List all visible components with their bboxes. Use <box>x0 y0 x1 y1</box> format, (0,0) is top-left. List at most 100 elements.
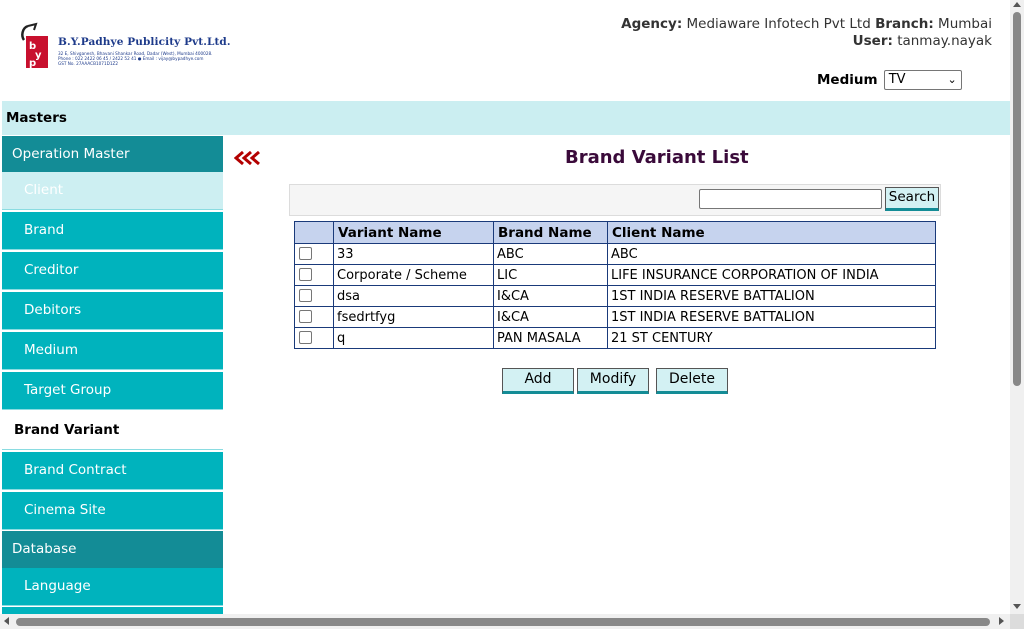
search-input[interactable] <box>699 189 882 209</box>
column-header-client-name[interactable]: Client Name <box>607 221 936 244</box>
sidebar-item-cinema-site[interactable]: Cinema Site <box>2 492 223 530</box>
row-select-cell <box>294 264 334 286</box>
user-label: User: <box>852 33 893 49</box>
variant-name-cell: fsedrtfyg <box>333 306 494 328</box>
table-row[interactable]: 33 ABC ABC <box>294 243 936 265</box>
sidebar-item-target-group[interactable]: Target Group <box>2 372 223 410</box>
scroll-up-arrow-icon[interactable] <box>1013 2 1021 7</box>
client-name-cell: 21 ST CENTURY <box>607 327 936 349</box>
scroll-left-arrow-icon[interactable] <box>4 617 9 625</box>
company-logo[interactable]: b y p B.Y.Padhye Publicity Pvt.Ltd. 32 E… <box>20 22 231 72</box>
medium-selector: Medium TV ⌄ <box>817 70 962 90</box>
logo-address-line: GST No. 27AAACB1071D1Z2 <box>58 61 119 66</box>
sidebar-item-brand-contract[interactable]: Brand Contract <box>2 452 223 490</box>
agency-value: Mediaware Infotech Pvt Ltd <box>686 16 871 32</box>
table-row[interactable]: Corporate / Scheme LIC LIFE INSURANCE CO… <box>294 264 936 286</box>
user-info: User: tanmay.nayak <box>853 33 992 49</box>
sidebar-item-label: Database <box>12 541 77 557</box>
branch-label: Branch: <box>875 16 934 32</box>
variant-name-cell: dsa <box>333 285 494 307</box>
sidebar-item-label: Brand Contract <box>24 462 127 478</box>
branch-value: Mumbai <box>938 16 992 32</box>
variant-name-cell: q <box>333 327 494 349</box>
client-name-cell: ABC <box>607 243 936 265</box>
search-button[interactable]: Search <box>885 187 939 211</box>
search-panel: Search <box>289 184 941 216</box>
scrollbar-corner <box>1010 614 1024 629</box>
logo-company-name: B.Y.Padhye Publicity Pvt.Ltd. <box>58 36 231 48</box>
modify-button[interactable]: Modify <box>577 368 649 394</box>
column-header-select <box>294 221 334 244</box>
sidebar: Operation Master Client Brand Creditor D… <box>2 136 223 614</box>
brand-name-cell: PAN MASALA <box>493 327 608 349</box>
sidebar-item-next[interactable] <box>2 607 223 614</box>
row-select-cell <box>294 306 334 328</box>
delete-button[interactable]: Delete <box>656 368 728 394</box>
sidebar-item-brand-variant[interactable]: Brand Variant <box>2 412 223 450</box>
triple-chevron-left-icon[interactable] <box>234 150 266 166</box>
row-select-cell <box>294 327 334 349</box>
sidebar-item-language[interactable]: Language <box>2 568 223 606</box>
sidebar-item-medium[interactable]: Medium <box>2 332 223 370</box>
horizontal-scroll-thumb[interactable] <box>16 618 990 626</box>
scroll-right-arrow-icon[interactable] <box>999 617 1004 625</box>
sidebar-item-label: Language <box>24 578 91 594</box>
agency-label: Agency: <box>621 16 683 32</box>
variant-name-cell: 33 <box>333 243 494 265</box>
chevron-down-icon: ⌄ <box>947 73 957 86</box>
logo-mark-icon: b y p <box>21 22 48 69</box>
column-header-brand-name[interactable]: Brand Name <box>493 221 608 244</box>
sidebar-item-label: Client <box>24 182 64 198</box>
table-row[interactable]: dsa I&CA 1ST INDIA RESERVE BATTALION <box>294 285 936 307</box>
row-checkbox[interactable] <box>299 331 312 344</box>
sidebar-item-label: Creditor <box>24 262 79 278</box>
add-button[interactable]: Add <box>502 368 574 394</box>
sidebar-item-label: Brand <box>24 222 65 238</box>
sidebar-item-label: Medium <box>24 342 78 358</box>
sidebar-category-database[interactable]: Database <box>2 531 223 569</box>
table-header-row: Variant Name Brand Name Client Name <box>294 221 936 244</box>
row-select-cell <box>294 285 334 307</box>
sidebar-item-brand[interactable]: Brand <box>2 212 223 250</box>
row-checkbox[interactable] <box>299 247 312 260</box>
row-checkbox[interactable] <box>299 310 312 323</box>
row-select-cell <box>294 243 334 265</box>
svg-text:p: p <box>29 58 36 69</box>
sidebar-category-operation-master[interactable]: Operation Master <box>2 136 223 174</box>
brand-name-cell: I&CA <box>493 285 608 307</box>
horizontal-scrollbar[interactable] <box>0 614 1010 629</box>
medium-label: Medium <box>817 72 878 88</box>
row-checkbox[interactable] <box>299 268 312 281</box>
medium-selected-value: TV <box>888 72 906 87</box>
brand-name-cell: LIC <box>493 264 608 286</box>
brand-variant-table: Variant Name Brand Name Client Name 33 A… <box>294 221 936 349</box>
medium-select[interactable]: TV ⌄ <box>883 70 962 90</box>
client-name-cell: 1ST INDIA RESERVE BATTALION <box>607 285 936 307</box>
sidebar-item-client[interactable]: Client <box>2 172 223 210</box>
logo-address: 32 E, Shivganesh, Bhavani Shankar Road, … <box>58 51 213 66</box>
header: b y p B.Y.Padhye Publicity Pvt.Ltd. 32 E… <box>0 0 1010 101</box>
row-checkbox[interactable] <box>299 289 312 302</box>
client-name-cell: LIFE INSURANCE CORPORATION OF INDIA <box>607 264 936 286</box>
brand-name-cell: I&CA <box>493 306 608 328</box>
table-row[interactable]: fsedrtfyg I&CA 1ST INDIA RESERVE BATTALI… <box>294 306 936 328</box>
client-name-cell: 1ST INDIA RESERVE BATTALION <box>607 306 936 328</box>
user-value: tanmay.nayak <box>897 33 992 49</box>
table-row[interactable]: q PAN MASALA 21 ST CENTURY <box>294 327 936 349</box>
sidebar-item-debitors[interactable]: Debitors <box>2 292 223 330</box>
page-title: Brand Variant List <box>565 147 749 168</box>
variant-name-cell: Corporate / Scheme <box>333 264 494 286</box>
sidebar-item-label: Target Group <box>24 382 112 398</box>
masters-title: Masters <box>6 110 67 126</box>
sidebar-item-label: Cinema Site <box>24 502 106 518</box>
vertical-scrollbar[interactable] <box>1010 0 1024 614</box>
vertical-scroll-thumb[interactable] <box>1013 12 1021 386</box>
scroll-down-arrow-icon[interactable] <box>1013 604 1021 609</box>
page: b y p B.Y.Padhye Publicity Pvt.Ltd. 32 E… <box>0 0 1010 614</box>
brand-name-cell: ABC <box>493 243 608 265</box>
sidebar-item-creditor[interactable]: Creditor <box>2 252 223 290</box>
sidebar-item-label: Debitors <box>24 302 82 318</box>
column-header-variant-name[interactable]: Variant Name <box>333 221 494 244</box>
agency-info: Agency: Mediaware Infotech Pvt Ltd Branc… <box>621 16 992 32</box>
sidebar-item-label: Brand Variant <box>14 422 120 438</box>
